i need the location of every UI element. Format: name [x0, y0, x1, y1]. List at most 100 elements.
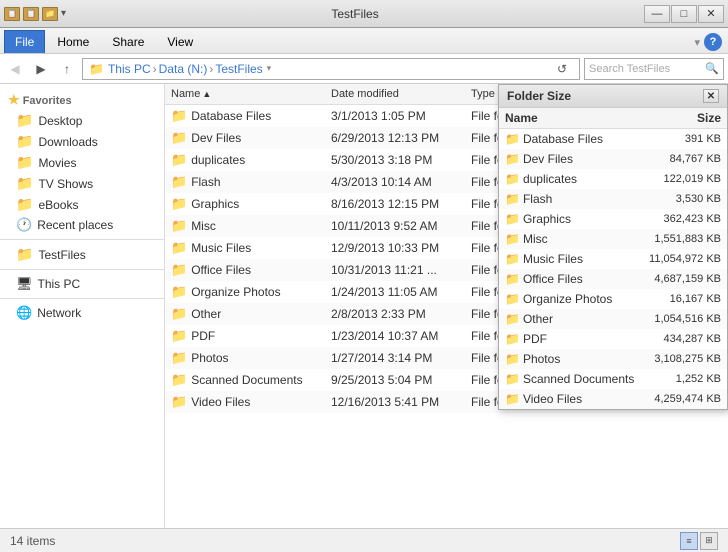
- file-date-cell: 5/30/2013 3:18 PM: [325, 152, 465, 168]
- file-name-cell: 📁 duplicates: [165, 151, 325, 169]
- file-name-cell: 📁 Music Files: [165, 239, 325, 257]
- quick-access-folder-icon[interactable]: 📁: [42, 7, 58, 21]
- forward-button[interactable]: ▶: [30, 58, 52, 80]
- up-button[interactable]: ↑: [56, 58, 78, 80]
- file-name: Dev Files: [191, 131, 241, 145]
- file-date-cell: 4/3/2013 10:14 AM: [325, 174, 465, 190]
- popup-folder-size: 3,108,275 KB: [641, 353, 721, 365]
- list-item[interactable]: 📁 Other 1,054,516 KB: [499, 309, 727, 329]
- close-button[interactable]: ✕: [698, 5, 724, 23]
- popup-folder-icon: 📁: [505, 392, 520, 406]
- popup-folder-name: 📁 PDF: [505, 332, 641, 346]
- list-item[interactable]: 📁 Organize Photos 16,167 KB: [499, 289, 727, 309]
- minimize-button[interactable]: —: [644, 5, 670, 23]
- col-header-date[interactable]: Date modified: [325, 86, 465, 102]
- tab-file[interactable]: File: [4, 30, 45, 53]
- address-folder-icon: 📁: [89, 62, 104, 76]
- file-name: Music Files: [191, 241, 251, 255]
- file-date-cell: 3/1/2013 1:05 PM: [325, 108, 465, 124]
- favorites-star-icon: ★: [8, 92, 20, 107]
- back-button[interactable]: ◀: [4, 58, 26, 80]
- sidebar-item-tvshows[interactable]: 📁 TV Shows: [0, 173, 164, 194]
- file-folder-icon: 📁: [171, 152, 187, 168]
- list-item[interactable]: 📁 Flash 3,530 KB: [499, 189, 727, 209]
- file-name: duplicates: [191, 153, 245, 167]
- popup-folder-name: 📁 Dev Files: [505, 152, 641, 166]
- sidebar-divider: [0, 239, 164, 240]
- sidebar-item-ebooks[interactable]: 📁 eBooks: [0, 194, 164, 215]
- list-item[interactable]: 📁 Database Files 391 KB: [499, 129, 727, 149]
- tab-share[interactable]: Share: [101, 30, 155, 53]
- list-item[interactable]: 📁 Scanned Documents 1,252 KB: [499, 369, 727, 389]
- sidebar-item-testfiles[interactable]: 📁 TestFiles: [0, 244, 164, 265]
- sidebar-label-thispc: This PC: [38, 277, 81, 291]
- popup-folder-size: 1,551,883 KB: [641, 233, 721, 245]
- file-folder-icon: 📁: [171, 328, 187, 344]
- popup-title-bar: Folder Size ✕: [499, 85, 727, 108]
- file-date-cell: 1/23/2014 10:37 AM: [325, 328, 465, 344]
- tvshows-folder-icon: 📁: [16, 175, 33, 192]
- popup-folder-icon: 📁: [505, 352, 520, 366]
- address-field[interactable]: 📁 This PC › Data (N:) › TestFiles ▾ ↺: [82, 58, 580, 80]
- view-details-button[interactable]: ≡: [680, 532, 698, 550]
- list-item[interactable]: 📁 duplicates 122,019 KB: [499, 169, 727, 189]
- file-date-cell: 1/24/2013 11:05 AM: [325, 284, 465, 300]
- list-item[interactable]: 📁 Graphics 362,423 KB: [499, 209, 727, 229]
- sidebar-item-thispc[interactable]: 🖥 This PC: [0, 274, 164, 294]
- file-folder-icon: 📁: [171, 394, 187, 410]
- sidebar-item-movies[interactable]: 📁 Movies: [0, 152, 164, 173]
- file-name: Flash: [191, 175, 220, 189]
- popup-folder-icon: 📁: [505, 272, 520, 286]
- search-placeholder: Search TestFiles: [589, 63, 670, 75]
- file-name-cell: 📁 Office Files: [165, 261, 325, 279]
- view-tiles-button[interactable]: ⊞: [700, 532, 718, 550]
- status-bar: 14 items ≡ ⊞: [0, 528, 728, 552]
- movies-folder-icon: 📁: [16, 154, 33, 171]
- sidebar-item-downloads[interactable]: 📁 Downloads: [0, 131, 164, 152]
- popup-folder-name: 📁 Organize Photos: [505, 292, 641, 306]
- sidebar-label-movies: Movies: [38, 156, 76, 170]
- tab-view[interactable]: View: [156, 30, 204, 53]
- popup-col-name-header: Name: [505, 111, 641, 125]
- popup-close-button[interactable]: ✕: [703, 89, 719, 103]
- ribbon-collapse-button[interactable]: ▾: [694, 36, 700, 49]
- content-area: Name ▲ Date modified Type Size 📁 Databas…: [165, 84, 728, 528]
- popup-folder-size: 391 KB: [641, 133, 721, 145]
- list-item[interactable]: 📁 PDF 434,287 KB: [499, 329, 727, 349]
- sidebar-label-downloads: Downloads: [38, 135, 97, 149]
- window-title: TestFiles: [66, 7, 644, 21]
- file-folder-icon: 📁: [171, 306, 187, 322]
- sidebar-label-network: Network: [37, 306, 81, 320]
- popup-folder-icon: 📁: [505, 232, 520, 246]
- list-item[interactable]: 📁 Dev Files 84,767 KB: [499, 149, 727, 169]
- file-name-cell: 📁 Other: [165, 305, 325, 323]
- help-button[interactable]: ?: [704, 33, 722, 51]
- list-item[interactable]: 📁 Office Files 4,687,159 KB: [499, 269, 727, 289]
- list-item[interactable]: 📁 Photos 3,108,275 KB: [499, 349, 727, 369]
- tab-home[interactable]: Home: [46, 30, 100, 53]
- sort-arrow-name: ▲: [202, 89, 211, 99]
- sidebar-label-recent: Recent places: [37, 218, 113, 232]
- maximize-button[interactable]: □: [671, 5, 697, 23]
- list-item[interactable]: 📁 Music Files 11,054,972 KB: [499, 249, 727, 269]
- file-date-cell: 2/8/2013 2:33 PM: [325, 306, 465, 322]
- file-name: Graphics: [191, 197, 239, 211]
- file-name-cell: 📁 Scanned Documents: [165, 371, 325, 389]
- list-item[interactable]: 📁 Video Files 4,259,474 KB: [499, 389, 727, 409]
- file-name: Organize Photos: [191, 285, 280, 299]
- sidebar-label-testfiles: TestFiles: [38, 248, 85, 262]
- search-box[interactable]: Search TestFiles 🔍: [584, 58, 724, 80]
- col-header-name[interactable]: Name ▲: [165, 86, 325, 102]
- refresh-button[interactable]: ↺: [551, 58, 573, 80]
- testfiles-folder-icon: 📁: [16, 246, 33, 263]
- popup-folder-name: 📁 Office Files: [505, 272, 641, 286]
- sidebar-item-network[interactable]: 🌐 Network: [0, 303, 164, 323]
- list-item[interactable]: 📁 Misc 1,551,883 KB: [499, 229, 727, 249]
- sidebar-item-recent[interactable]: 🕐 Recent places: [0, 215, 164, 235]
- quick-access-icon-2[interactable]: 📋: [23, 7, 39, 21]
- sidebar-label-ebooks: eBooks: [38, 198, 78, 212]
- sidebar-item-desktop[interactable]: 📁 Desktop: [0, 110, 164, 131]
- quick-access-icon-1[interactable]: 📋: [4, 7, 20, 21]
- file-folder-icon: 📁: [171, 108, 187, 124]
- file-name: Office Files: [191, 263, 251, 277]
